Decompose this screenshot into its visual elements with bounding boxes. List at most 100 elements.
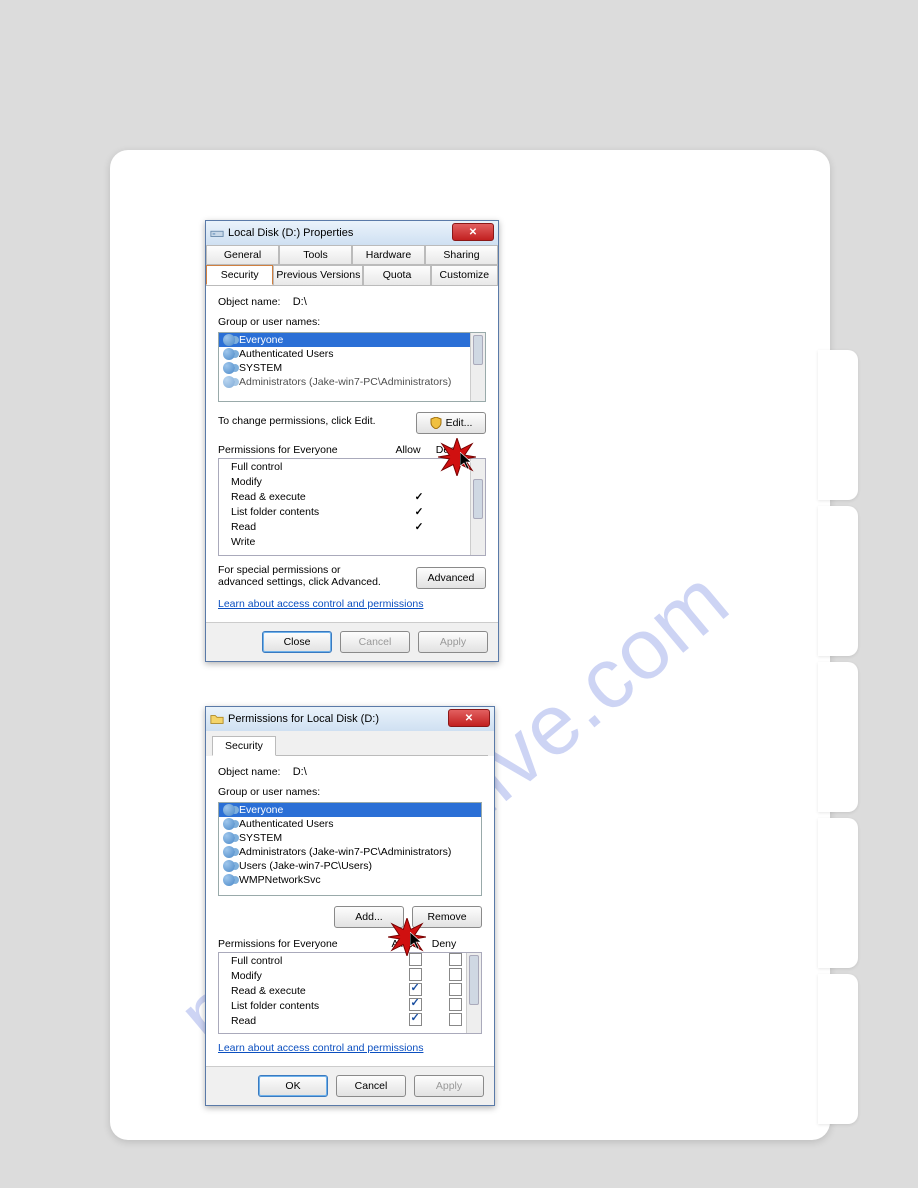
tab-sharing[interactable]: Sharing (425, 245, 498, 264)
perm-row: Modify (219, 968, 481, 983)
scrollbar[interactable] (466, 953, 481, 1033)
perm-allow[interactable] (395, 1013, 435, 1029)
tab-general[interactable]: General (206, 245, 279, 264)
users-icon (223, 334, 235, 346)
groups-listbox[interactable]: Everyone Authenticated Users SYSTEM Admi… (218, 332, 486, 402)
users-icon (223, 818, 235, 830)
perm-row: Modify (219, 474, 485, 489)
object-name-label: Object name: (218, 766, 280, 778)
scrollbar-thumb[interactable] (473, 335, 483, 365)
scrollbar-thumb[interactable] (469, 955, 479, 1005)
groups-listbox[interactable]: Everyone Authenticated Users SYSTEM Admi… (218, 802, 482, 896)
apply-button[interactable]: Apply (418, 631, 488, 653)
cancel-button[interactable]: Cancel (340, 631, 410, 653)
group-item[interactable]: SYSTEM (219, 831, 481, 845)
object-name-row: Object name: D:\ (218, 296, 486, 308)
remove-button[interactable]: Remove (412, 906, 482, 928)
close-button[interactable]: ✕ (452, 223, 494, 241)
group-item[interactable]: Authenticated Users (219, 817, 481, 831)
dialog-footer: OK Cancel Apply (206, 1066, 494, 1105)
group-label: SYSTEM (239, 832, 282, 844)
group-label: Administrators (Jake-win7-PC\Administrat… (239, 376, 451, 388)
advanced-button[interactable]: Advanced (416, 567, 486, 589)
group-label: Users (Jake-win7-PC\Users) (239, 860, 372, 872)
tab-security[interactable]: Security (206, 265, 273, 285)
tab-quota[interactable]: Quota (363, 265, 430, 285)
side-tab (818, 350, 858, 500)
perm-name: Read & execute (225, 491, 399, 503)
close-dialog-button[interactable]: Close (262, 631, 332, 653)
properties-dialog: Local Disk (D:) Properties ✕ General Too… (205, 220, 499, 662)
group-label: Everyone (239, 804, 283, 816)
edit-button[interactable]: Edit... (416, 412, 486, 434)
scrollbar[interactable] (470, 459, 485, 555)
permissions-table: Full control Modify Read & execute List … (218, 952, 482, 1034)
advanced-hint: For special permissions or advanced sett… (218, 564, 388, 588)
perm-row: Write (219, 534, 485, 549)
side-tab (818, 974, 858, 1124)
ok-button[interactable]: OK (258, 1075, 328, 1097)
drive-icon (210, 226, 224, 240)
object-name-value: D:\ (293, 766, 307, 778)
tab-previous-versions[interactable]: Previous Versions (273, 265, 363, 285)
titlebar: Local Disk (D:) Properties ✕ (206, 221, 498, 245)
perm-name: List folder contents (225, 506, 399, 518)
group-item[interactable]: WMPNetworkSvc (219, 873, 481, 887)
tab-row-2: Security Previous Versions Quota Customi… (206, 265, 498, 286)
tab-security[interactable]: Security (212, 736, 276, 756)
users-icon (223, 362, 235, 374)
perm-name: Read & execute (225, 985, 395, 997)
users-icon (223, 832, 235, 844)
permissions-table: Full control Modify Read & execute✓ List… (218, 458, 486, 556)
tab-hardware[interactable]: Hardware (352, 245, 425, 264)
perm-allow[interactable] (395, 953, 435, 969)
apply-button[interactable]: Apply (414, 1075, 484, 1097)
group-item[interactable]: Administrators (Jake-win7-PC\Administrat… (219, 375, 485, 389)
group-item[interactable]: Administrators (Jake-win7-PC\Administrat… (219, 845, 481, 859)
shield-icon (430, 417, 442, 429)
group-item[interactable]: Users (Jake-win7-PC\Users) (219, 859, 481, 873)
object-name-value: D:\ (293, 296, 307, 308)
group-item-everyone[interactable]: Everyone (219, 333, 485, 347)
group-label: Authenticated Users (239, 348, 334, 360)
add-button[interactable]: Add... (334, 906, 404, 928)
perm-header: Permissions for Everyone (218, 444, 388, 456)
titlebar: Permissions for Local Disk (D:) ✕ (206, 707, 494, 731)
users-icon (223, 846, 235, 858)
perm-row: Full control (219, 459, 485, 474)
perm-name: Modify (225, 970, 395, 982)
perm-deny-header: Deny (424, 938, 464, 950)
group-item[interactable]: Authenticated Users (219, 347, 485, 361)
side-index-tabs (818, 350, 858, 1130)
side-tab (818, 506, 858, 656)
learn-link[interactable]: Learn about access control and permissio… (218, 598, 423, 610)
tab-tools[interactable]: Tools (279, 245, 352, 264)
side-tab (818, 818, 858, 968)
dialog-footer: Close Cancel Apply (206, 622, 498, 661)
scrollbar[interactable] (470, 333, 485, 401)
tab-customize[interactable]: Customize (431, 265, 498, 285)
group-label: Authenticated Users (239, 818, 334, 830)
perm-name: Write (225, 536, 399, 548)
cancel-button[interactable]: Cancel (336, 1075, 406, 1097)
learn-link[interactable]: Learn about access control and permissio… (218, 1042, 423, 1054)
perm-row: Read (219, 1013, 481, 1028)
object-name-row: Object name: D:\ (218, 766, 482, 778)
close-button[interactable]: ✕ (448, 709, 490, 727)
users-icon (223, 874, 235, 886)
groups-label: Group or user names: (218, 786, 482, 798)
group-label: Everyone (239, 334, 283, 346)
group-item-everyone[interactable]: Everyone (219, 803, 481, 817)
group-item[interactable]: SYSTEM (219, 361, 485, 375)
perm-row: List folder contents (219, 998, 481, 1013)
perm-name: Modify (225, 476, 399, 488)
perm-row: Full control (219, 953, 481, 968)
window-title: Permissions for Local Disk (D:) (228, 713, 379, 725)
perm-allow-check-icon: ✓ (399, 506, 439, 518)
users-icon (223, 804, 235, 816)
users-icon (223, 348, 235, 360)
change-hint: To change permissions, click Edit. (218, 415, 376, 427)
permissions-dialog: Permissions for Local Disk (D:) ✕ Securi… (205, 706, 495, 1106)
scrollbar-thumb[interactable] (473, 479, 483, 519)
users-icon (223, 860, 235, 872)
